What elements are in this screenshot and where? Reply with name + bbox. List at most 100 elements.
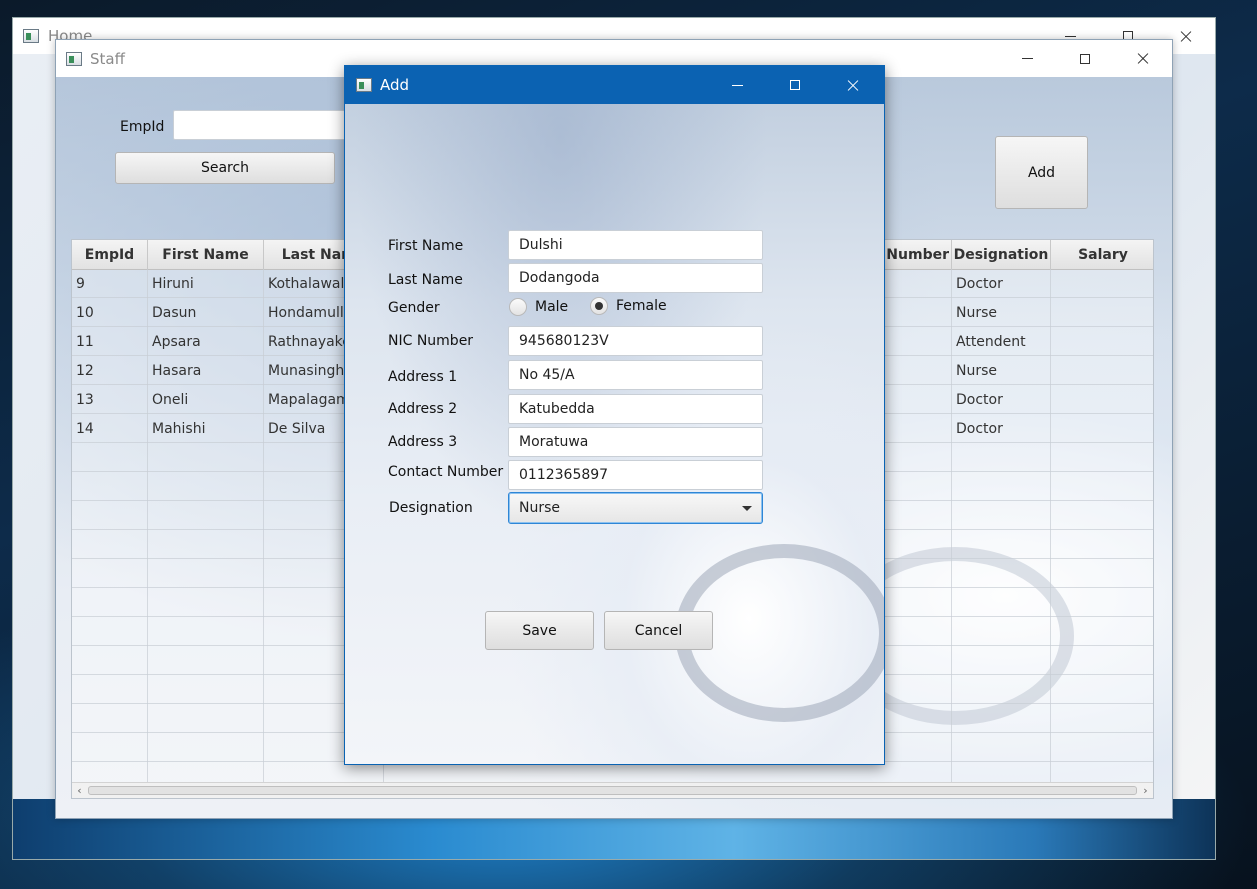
- salary-cell: [1051, 646, 1153, 675]
- salary-cell: [1051, 327, 1153, 356]
- gender-male-label[interactable]: Male: [535, 299, 568, 315]
- last-name-field[interactable]: Dodangoda: [508, 263, 763, 293]
- nic-label: NIC Number: [388, 333, 474, 349]
- column-header-designation[interactable]: Designation: [952, 240, 1051, 269]
- gender-male-radio[interactable]: [509, 298, 527, 316]
- scroll-left-icon[interactable]: ‹: [72, 783, 87, 798]
- cancel-button[interactable]: Cancel: [604, 611, 713, 650]
- address2-field[interactable]: Katubedda: [508, 394, 763, 424]
- designation-label: Designation: [389, 500, 473, 516]
- first-name-field[interactable]: Dulshi: [508, 230, 763, 260]
- staff-title: Staff: [90, 49, 125, 68]
- close-icon[interactable]: [1114, 40, 1172, 77]
- empid-cell: [72, 675, 148, 704]
- empid-cell: [72, 588, 148, 617]
- empid-cell: [72, 646, 148, 675]
- designation-cell: [952, 646, 1051, 675]
- salary-cell: [1051, 269, 1153, 298]
- designation-cell: Doctor: [952, 385, 1051, 414]
- last-name-label: Last Name: [388, 272, 463, 288]
- scroll-right-icon[interactable]: ›: [1138, 783, 1153, 798]
- empid-cell: [72, 501, 148, 530]
- first-name-cell: [148, 472, 264, 501]
- chevron-down-icon[interactable]: [742, 506, 752, 511]
- designation-cell: Nurse: [952, 356, 1051, 385]
- close-icon[interactable]: [824, 66, 882, 104]
- empid-cell: [72, 559, 148, 588]
- gender-female-label[interactable]: Female: [616, 298, 667, 314]
- salary-cell: [1051, 298, 1153, 327]
- designation-cell: Nurse: [952, 298, 1051, 327]
- nic-field[interactable]: 945680123V: [508, 326, 763, 356]
- empid-cell: 14: [72, 414, 148, 443]
- gender-label: Gender: [388, 300, 440, 316]
- empid-cell: [72, 530, 148, 559]
- salary-cell: [1051, 675, 1153, 704]
- salary-cell: [1051, 704, 1153, 733]
- add-titlebar[interactable]: Add: [345, 66, 884, 104]
- empid-label: EmpId: [120, 119, 165, 135]
- empid-cell: 11: [72, 327, 148, 356]
- horizontal-scrollbar[interactable]: ‹ ›: [72, 782, 1153, 798]
- empid-input[interactable]: [173, 110, 373, 140]
- gender-female-radio[interactable]: [590, 297, 608, 315]
- salary-cell: [1051, 588, 1153, 617]
- designation-cell: Doctor: [952, 414, 1051, 443]
- minimize-icon[interactable]: [708, 66, 766, 104]
- maximize-icon[interactable]: [1056, 40, 1114, 77]
- first-name-cell: [148, 559, 264, 588]
- first-name-cell: Hiruni: [148, 269, 264, 298]
- first-name-cell: [148, 530, 264, 559]
- app-icon: [66, 51, 82, 66]
- empid-cell: 12: [72, 356, 148, 385]
- column-header-first-name[interactable]: First Name: [148, 240, 264, 269]
- contact-label: Contact Number: [388, 464, 504, 480]
- address2-label: Address 2: [388, 401, 458, 417]
- designation-cell: Doctor: [952, 269, 1051, 298]
- add-body: First Name Dulshi Last Name Dodangoda Ge…: [345, 104, 884, 764]
- salary-cell: [1051, 443, 1153, 472]
- designation-cell: [952, 675, 1051, 704]
- designation-dropdown[interactable]: Nurse: [508, 492, 763, 524]
- column-header-empid[interactable]: EmpId: [72, 240, 148, 269]
- contact-field[interactable]: 0112365897: [508, 460, 763, 490]
- column-header-salary[interactable]: Salary: [1051, 240, 1153, 269]
- first-name-cell: [148, 443, 264, 472]
- salary-cell: [1051, 356, 1153, 385]
- app-icon: [356, 78, 372, 92]
- designation-cell: [952, 472, 1051, 501]
- address1-field[interactable]: No 45/A: [508, 360, 763, 390]
- maximize-icon[interactable]: [766, 66, 824, 104]
- designation-cell: [952, 588, 1051, 617]
- designation-cell: [952, 704, 1051, 733]
- address3-field[interactable]: Moratuwa: [508, 427, 763, 457]
- save-button[interactable]: Save: [485, 611, 594, 650]
- first-name-cell: Apsara: [148, 327, 264, 356]
- empid-cell: [72, 472, 148, 501]
- designation-cell: Attendent: [952, 327, 1051, 356]
- address1-label: Address 1: [388, 369, 458, 385]
- salary-cell: [1051, 617, 1153, 646]
- first-name-label: First Name: [388, 238, 464, 254]
- first-name-cell: [148, 704, 264, 733]
- first-name-cell: Dasun: [148, 298, 264, 327]
- search-button[interactable]: Search: [115, 152, 335, 184]
- designation-cell: [952, 501, 1051, 530]
- empid-cell: 9: [72, 269, 148, 298]
- minimize-icon[interactable]: [998, 40, 1056, 77]
- designation-cell: [952, 733, 1051, 762]
- empid-cell: 13: [72, 385, 148, 414]
- scroll-thumb[interactable]: [88, 786, 1137, 795]
- salary-cell: [1051, 414, 1153, 443]
- first-name-cell: [148, 617, 264, 646]
- empid-cell: [72, 617, 148, 646]
- first-name-cell: [148, 733, 264, 762]
- first-name-cell: [148, 646, 264, 675]
- empid-cell: [72, 443, 148, 472]
- add-button[interactable]: Add: [995, 136, 1088, 209]
- salary-cell: [1051, 385, 1153, 414]
- designation-cell: [952, 559, 1051, 588]
- first-name-cell: Hasara: [148, 356, 264, 385]
- empid-cell: [72, 704, 148, 733]
- empid-cell: [72, 733, 148, 762]
